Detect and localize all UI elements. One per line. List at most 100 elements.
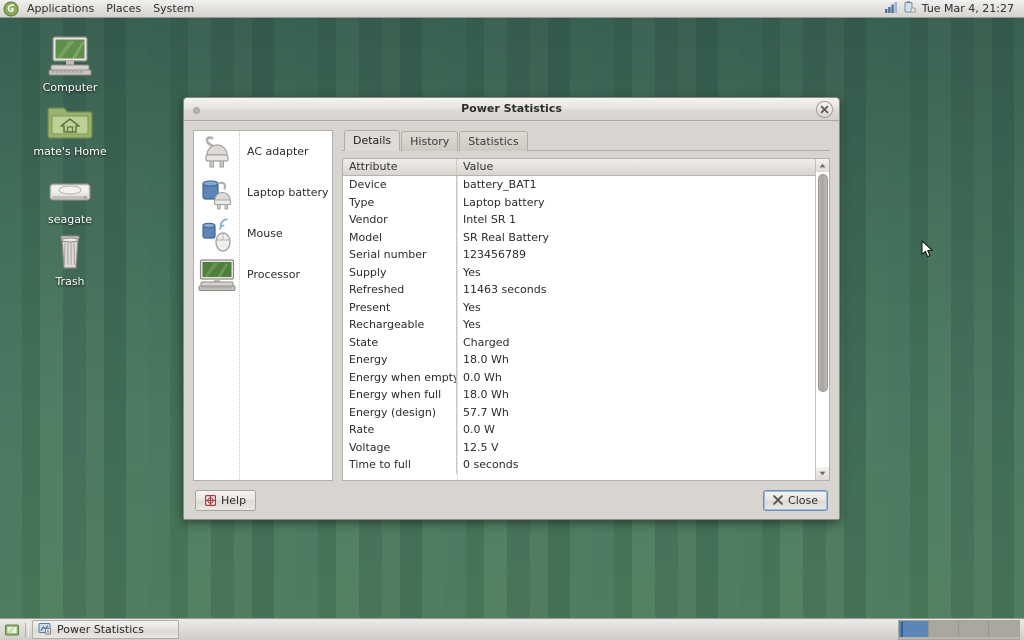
close-button[interactable]: Close (763, 490, 828, 511)
hard-drive-icon (32, 162, 108, 210)
cell-attribute: Time to full (343, 456, 457, 474)
bottom-panel: Power Statistics (0, 618, 1024, 640)
window-close-button[interactable] (816, 101, 833, 118)
cell-attribute: Model (343, 229, 457, 247)
column-header-attribute[interactable]: Attribute (343, 159, 457, 175)
table-area: Attribute Value Devicebattery_BAT1TypeLa… (343, 159, 815, 480)
workspace-1[interactable] (899, 621, 929, 637)
desktop-icon-trash[interactable]: Trash (32, 224, 108, 288)
workspace-window-thumb (901, 622, 903, 637)
tab-details[interactable]: Details (344, 130, 400, 151)
window-titlebar[interactable]: Power Statistics (184, 98, 839, 121)
show-desktop-icon[interactable] (2, 620, 22, 640)
device-item-label: Processor (247, 268, 300, 281)
cell-attribute: Voltage (343, 439, 457, 457)
column-header-value[interactable]: Value (457, 159, 815, 175)
workspace-2[interactable] (929, 621, 959, 637)
system-tray: Tue Mar 4, 21:27 (882, 0, 1024, 18)
menu-places[interactable]: Places (100, 0, 147, 17)
computer-icon (32, 30, 108, 78)
menu-applications[interactable]: Applications (21, 0, 100, 17)
scroll-up-button[interactable] (816, 159, 830, 172)
dialog-action-bar: Help Close (184, 481, 839, 519)
desktop-icon-label: mate's Home (32, 145, 108, 158)
mouse-icon (197, 215, 237, 253)
window-body: AC adapter Laptop battery (184, 121, 839, 481)
desktop-icon-seagate[interactable]: seagate (32, 162, 108, 226)
details-table: Attribute Value Devicebattery_BAT1TypeLa… (342, 158, 830, 481)
scrollbar-track[interactable] (816, 172, 830, 467)
desktop-icon-home[interactable]: mate's Home (32, 94, 108, 158)
cell-value: 11463 seconds (457, 281, 815, 299)
tab-statistics[interactable]: Statistics (459, 131, 527, 151)
clock[interactable]: Tue Mar 4, 21:27 (918, 2, 1018, 15)
scrollbar-thumb[interactable] (818, 174, 828, 392)
cell-value: 18.0 Wh (457, 351, 815, 369)
cell-value: SR Real Battery (457, 229, 815, 247)
cell-value: 57.7 Wh (457, 404, 815, 422)
desktop-icon-computer[interactable]: Computer (32, 30, 108, 94)
device-item-laptop-battery[interactable]: Laptop battery (194, 172, 332, 213)
mate-logo-icon[interactable] (3, 1, 19, 17)
cell-value: 0 seconds (457, 456, 815, 474)
table-row[interactable]: StateCharged (343, 334, 815, 352)
help-button[interactable]: Help (195, 490, 256, 511)
table-row[interactable]: Rate0.0 W (343, 421, 815, 439)
power-statistics-icon (38, 621, 52, 638)
laptop-battery-icon (197, 174, 237, 212)
table-row[interactable]: PresentYes (343, 299, 815, 317)
ac-adapter-icon (197, 133, 237, 171)
table-row[interactable]: Energy (design)57.7 Wh (343, 404, 815, 422)
cell-attribute: Present (343, 299, 457, 317)
cell-value: Yes (457, 316, 815, 334)
tab-history[interactable]: History (401, 131, 458, 151)
cell-value: Yes (457, 299, 815, 317)
tab-bar: Details History Statistics (342, 130, 830, 151)
tray-network-icon[interactable] (884, 1, 898, 17)
taskbar-window-button[interactable]: Power Statistics (32, 620, 179, 639)
table-row[interactable]: Refreshed11463 seconds (343, 281, 815, 299)
taskbar-window-label: Power Statistics (57, 623, 144, 636)
vertical-scrollbar[interactable] (815, 159, 829, 480)
table-row[interactable]: SupplyYes (343, 264, 815, 282)
table-row[interactable]: Serial number123456789 (343, 246, 815, 264)
table-header: Attribute Value (343, 159, 815, 176)
table-row[interactable]: TypeLaptop battery (343, 194, 815, 212)
close-x-icon (773, 495, 783, 505)
table-body: Devicebattery_BAT1TypeLaptop batteryVend… (343, 176, 815, 480)
menu-system[interactable]: System (147, 0, 200, 17)
cell-attribute: Refreshed (343, 281, 457, 299)
tray-battery-icon[interactable] (902, 0, 916, 17)
desktop-icon-label: Trash (32, 275, 108, 288)
cell-attribute: Energy (343, 351, 457, 369)
panel-separator (25, 623, 29, 637)
table-row[interactable]: ModelSR Real Battery (343, 229, 815, 247)
device-item-ac-adapter[interactable]: AC adapter (194, 131, 332, 172)
cell-attribute: State (343, 334, 457, 352)
window-menu-icon[interactable] (193, 107, 200, 114)
table-row[interactable]: Voltage12.5 V (343, 439, 815, 457)
device-item-mouse[interactable]: Mouse (194, 213, 332, 254)
table-row[interactable]: Energy18.0 Wh (343, 351, 815, 369)
cell-attribute: Vendor (343, 211, 457, 229)
device-item-label: Laptop battery (247, 186, 329, 199)
close-button-label: Close (788, 494, 818, 507)
details-pane: Details History Statistics Attribute Val… (342, 130, 830, 481)
workspace-4[interactable] (989, 621, 1019, 637)
device-item-label: Mouse (247, 227, 283, 240)
cell-value: 12.5 V (457, 439, 815, 457)
table-row[interactable]: Energy when empty0.0 Wh (343, 369, 815, 387)
table-row[interactable]: VendorIntel SR 1 (343, 211, 815, 229)
scroll-down-button[interactable] (816, 467, 830, 480)
table-row[interactable]: Time to full0 seconds (343, 456, 815, 474)
workspace-3[interactable] (959, 621, 989, 637)
table-row[interactable]: RechargeableYes (343, 316, 815, 334)
trash-icon (32, 224, 108, 272)
device-item-processor[interactable]: Processor (194, 254, 332, 295)
cell-attribute: Device (343, 176, 457, 194)
workspace-switcher[interactable] (898, 620, 1020, 640)
table-row[interactable]: Devicebattery_BAT1 (343, 176, 815, 194)
device-list[interactable]: AC adapter Laptop battery (193, 130, 333, 481)
table-row[interactable]: Energy when full18.0 Wh (343, 386, 815, 404)
cell-attribute: Supply (343, 264, 457, 282)
